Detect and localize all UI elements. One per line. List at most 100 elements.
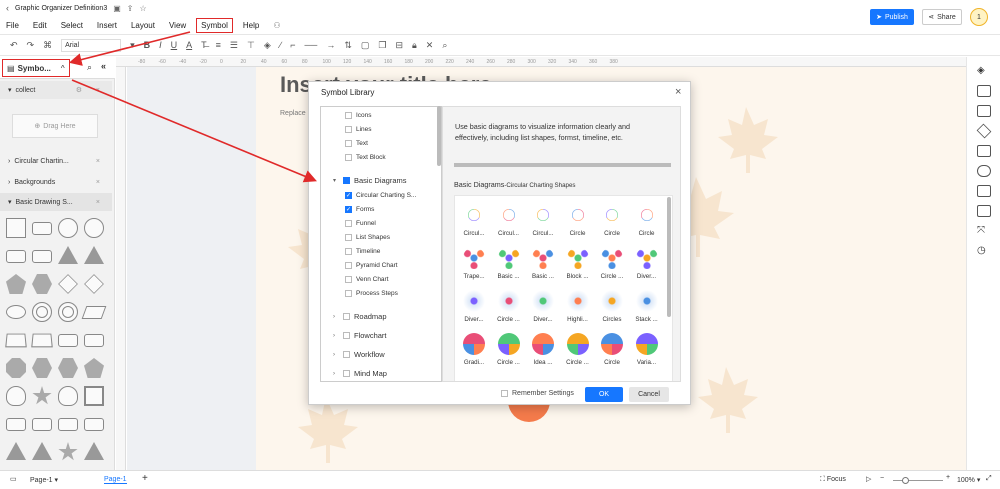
symbol-item[interactable]: Circle	[595, 327, 629, 369]
symbol-item[interactable]: Basic ...	[492, 241, 526, 283]
arrow-style-icon[interactable]: →	[326, 40, 335, 50]
zoom-slider[interactable]	[893, 480, 943, 481]
symbol-item[interactable]: Stack ...	[630, 284, 664, 326]
symbol-item[interactable]: Gradi...	[457, 327, 491, 369]
checkbox[interactable]	[345, 140, 352, 147]
symbol-item[interactable]: Diver...	[457, 284, 491, 326]
tree-item[interactable]: Funnel	[345, 220, 376, 227]
connector-icon[interactable]: ⌐	[290, 40, 295, 50]
group-icon[interactable]: ▢	[361, 40, 370, 51]
symbol-item[interactable]: Circle	[630, 198, 664, 240]
close-icon[interactable]: ×	[96, 199, 100, 206]
history-icon[interactable]: ◷	[977, 245, 991, 257]
text-style-icon[interactable]: T̶	[201, 40, 207, 50]
checkbox[interactable]	[343, 351, 350, 358]
position-icon[interactable]: ⇅	[344, 40, 352, 51]
symbol-item[interactable]: Circle	[561, 198, 595, 240]
shape-wide[interactable]	[84, 334, 104, 347]
close-icon[interactable]: ×	[96, 158, 100, 165]
shape-wide[interactable]	[84, 418, 104, 431]
shape-sq2[interactable]	[84, 386, 104, 406]
tree-item[interactable]: Text Block	[345, 154, 386, 161]
tools-icon[interactable]: ✕	[426, 40, 434, 51]
menu-select[interactable]: Select	[61, 21, 83, 30]
shape-rect[interactable]	[32, 250, 52, 263]
attachment-icon[interactable]	[977, 205, 991, 217]
menu-insert[interactable]: Insert	[97, 21, 117, 30]
line-color-icon[interactable]: ∕	[280, 40, 282, 50]
data-icon[interactable]	[977, 165, 991, 177]
align-icon[interactable]: ≡	[216, 40, 221, 50]
shape-hex[interactable]	[58, 358, 78, 378]
menu-file[interactable]: File	[6, 21, 19, 30]
layers-icon[interactable]	[976, 123, 992, 139]
tree-item[interactable]: Text	[345, 140, 368, 147]
tree-item[interactable]: ✓ Circular Charting S...	[345, 192, 416, 199]
save-icon[interactable]: ▣	[113, 4, 121, 13]
shape-oval[interactable]	[6, 305, 26, 319]
align-distribute-icon[interactable]: ⊟	[395, 40, 403, 51]
shape-wide[interactable]	[32, 418, 52, 431]
search-icon[interactable]: ⌕	[442, 40, 447, 51]
zoom-out-icon[interactable]: −	[880, 475, 884, 482]
tree-item[interactable]: ✓ Forms	[345, 206, 374, 213]
shape-hex[interactable]	[32, 274, 52, 294]
checkbox[interactable]	[345, 112, 352, 119]
copy-style-icon[interactable]: ❐	[378, 40, 386, 51]
page-subtitle[interactable]: Replace	[280, 110, 306, 117]
symbol-item[interactable]: Circles	[595, 284, 629, 326]
picture-icon[interactable]	[977, 185, 991, 197]
tree-item[interactable]: Pyramid Chart	[345, 262, 398, 269]
checkbox[interactable]	[345, 154, 352, 161]
shape-wide[interactable]	[58, 334, 78, 347]
lock-icon[interactable]: 🔒︎	[412, 40, 417, 51]
symbol-item[interactable]: Circle ...	[595, 241, 629, 283]
shape-star[interactable]	[58, 442, 78, 461]
checkbox[interactable]	[343, 177, 350, 184]
shape-diam[interactable]	[84, 274, 104, 294]
shape-ring[interactable]	[58, 302, 78, 322]
shape-trap[interactable]	[31, 333, 53, 348]
shape-tri[interactable]	[84, 442, 104, 460]
presentation-icon[interactable]	[977, 145, 991, 157]
redo-icon[interactable]: ↷	[27, 40, 35, 51]
text-box-icon[interactable]: ⊤	[247, 40, 255, 51]
italic-button[interactable]: I	[159, 40, 162, 50]
zoom-in-icon[interactable]: +	[946, 474, 950, 481]
gift-icon[interactable]: ⚇	[273, 21, 280, 30]
checkbox[interactable]	[345, 262, 352, 269]
collect-section[interactable]: ▾ collect ⚙ ×	[0, 81, 112, 99]
shape-tri[interactable]	[58, 246, 78, 264]
symbol-item[interactable]: Circle ...	[561, 327, 595, 369]
line-style-icon[interactable]: ──	[305, 40, 318, 50]
add-page-icon[interactable]: +	[142, 473, 148, 484]
library-basic-drawing[interactable]: ▾ Basic Drawing S... ×	[0, 193, 112, 211]
checkbox[interactable]	[343, 370, 350, 377]
close-icon[interactable]: ×	[96, 179, 100, 186]
ok-button[interactable]: OK	[585, 387, 623, 402]
shape-cloud[interactable]	[6, 386, 26, 406]
shape-tri[interactable]	[84, 246, 104, 264]
menu-layout[interactable]: Layout	[131, 21, 155, 30]
checkbox[interactable]	[345, 276, 352, 283]
symbol-item[interactable]: Circul...	[457, 198, 491, 240]
symbol-item[interactable]: Circul...	[526, 198, 560, 240]
fill-icon[interactable]: ◈	[977, 65, 991, 77]
focus-button[interactable]: ⛶ Focus	[820, 476, 846, 484]
shape-diam[interactable]	[58, 274, 78, 294]
symbol-grid-scrollbar[interactable]	[667, 197, 671, 317]
fullscreen-icon[interactable]: ⤢	[986, 475, 992, 483]
drag-here-area[interactable]: ⊕ Drag Here	[12, 114, 98, 138]
font-size-select[interactable]: ▾	[130, 40, 135, 51]
symbol-item[interactable]: Diver...	[526, 284, 560, 326]
shape-sq[interactable]	[6, 218, 26, 238]
tree-group[interactable]: › Mind Map	[333, 369, 387, 378]
tree-item[interactable]: Timeline	[345, 248, 380, 255]
font-family-select[interactable]: Arial	[61, 38, 122, 52]
remember-settings-checkbox[interactable]: Remember Settings	[501, 390, 574, 397]
expand-icon[interactable]: ⤧	[977, 225, 991, 237]
tree-group-basic-diagrams[interactable]: ▾ Basic Diagrams	[333, 176, 407, 185]
tree-scrollbar[interactable]	[437, 106, 441, 166]
tree-item[interactable]: Icons	[345, 112, 372, 119]
zoom-level[interactable]: 100% ▾	[957, 476, 980, 484]
